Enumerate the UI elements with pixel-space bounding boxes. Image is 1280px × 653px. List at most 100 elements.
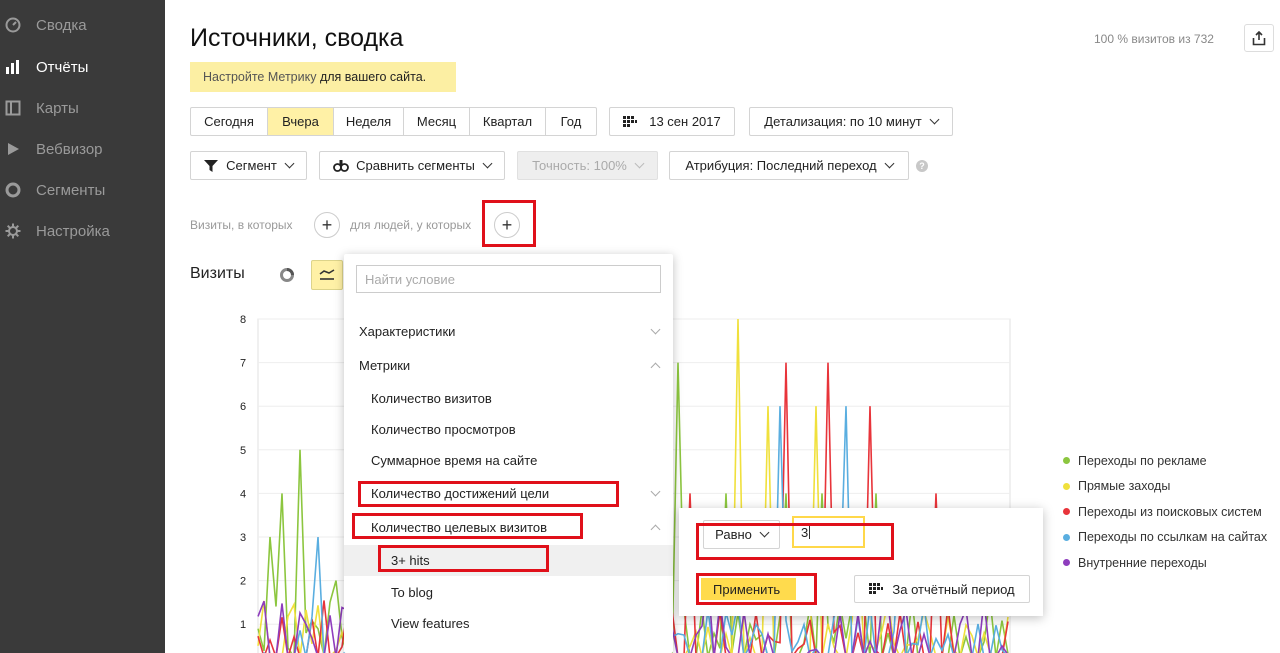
metric-label: Количество визитов [371, 390, 492, 406]
sidebar-item-reports[interactable]: Отчёты [0, 52, 165, 82]
add-visit-condition-button[interactable]: + [314, 212, 340, 238]
group-label: Характеристики [359, 323, 456, 339]
period-week[interactable]: Неделя [334, 108, 404, 135]
group-characteristics[interactable]: Характеристики [344, 316, 673, 346]
group-metrics[interactable]: Метрики [344, 350, 673, 380]
period-year[interactable]: Год [546, 108, 596, 135]
chevron-down-icon [650, 324, 661, 334]
legend-item[interactable]: Переходы по ссылкам на сайтах [1063, 525, 1267, 551]
period-month[interactable]: Месяц [404, 108, 470, 135]
legend-item[interactable]: Внутренние переходы [1063, 550, 1267, 576]
legend-label: Прямые заходы [1078, 479, 1171, 494]
accuracy-label: Точность: 100% [532, 158, 627, 173]
metric-visits-count[interactable]: Количество визитов [344, 383, 673, 413]
legend-dot [1063, 508, 1070, 516]
pie-icon [4, 181, 22, 199]
chevron-down-icon [884, 158, 895, 169]
sidebar-item-webvisor[interactable]: Вебвизор [0, 134, 165, 164]
chevron-down-icon [650, 486, 661, 496]
period-quarter[interactable]: Квартал [470, 108, 546, 135]
chevron-down-icon [284, 158, 295, 169]
metric-total-time[interactable]: Суммарное время на сайте [344, 445, 673, 475]
setup-notice: Настройте Метрику для вашего сайта. [190, 62, 456, 92]
visits-filter-label: Визиты, в которых [190, 218, 293, 232]
highlight-box [696, 523, 894, 560]
legend-item[interactable]: Переходы из поисковых систем [1063, 499, 1267, 525]
sidebar-item-label: Карты [36, 99, 79, 117]
attribution-label: Атрибуция: Последний переход [685, 158, 877, 173]
accuracy-dropdown: Точность: 100% [517, 151, 658, 180]
metric-pageviews-count[interactable]: Количество просмотров [344, 414, 673, 444]
condition-dropdown: Найти условие Характеристики Метрики Кол… [344, 254, 673, 653]
play-icon [4, 140, 22, 158]
calendar-icon [869, 583, 884, 594]
legend-item[interactable]: Переходы по рекламе [1063, 448, 1267, 474]
legend-item[interactable]: Прямые заходы [1063, 474, 1267, 500]
attribution-dropdown[interactable]: Атрибуция: Последний переход [669, 151, 909, 180]
compare-icon [333, 160, 350, 172]
detail-label: Детализация: по 10 минут [764, 114, 922, 129]
notice-link[interactable]: для вашего сайта. [320, 70, 426, 84]
chart-legend: Переходы по рекламе Прямые заходы Перехо… [1063, 448, 1267, 576]
calendar-icon [623, 115, 638, 127]
map-icon [4, 99, 22, 117]
y-tick-label: 3 [240, 532, 246, 544]
line-chart-icon [319, 269, 335, 280]
metric-label: Количество просмотров [371, 421, 516, 437]
period-yesterday[interactable]: Вчера [268, 108, 334, 135]
search-placeholder: Найти условие [365, 271, 455, 287]
chevron-down-icon [634, 158, 645, 169]
sidebar-item-segments[interactable]: Сегменты [0, 175, 165, 205]
period-today[interactable]: Сегодня [191, 108, 268, 135]
chart-type-line-button[interactable] [311, 260, 343, 290]
goal-label: View features [391, 615, 470, 631]
date-label: 13 сен 2017 [649, 114, 721, 129]
y-tick-label: 7 [240, 358, 246, 370]
page-title: Источники, сводка [190, 24, 404, 52]
sidebar-item-label: Сегменты [36, 181, 106, 199]
chart-type-pie-button[interactable] [271, 260, 303, 290]
legend-dot [1063, 482, 1070, 490]
bar-chart-icon [4, 58, 22, 76]
highlight-box [696, 573, 817, 605]
report-period-label: За отчётный период [892, 581, 1015, 597]
pie-chart-icon [280, 268, 294, 282]
segment-label: Сегмент [226, 158, 277, 173]
legend-label: Переходы по ссылкам на сайтах [1078, 530, 1268, 545]
segment-dropdown[interactable]: Сегмент [190, 151, 307, 180]
sidebar-item-label: Вебвизор [36, 140, 103, 158]
goal-view-features[interactable]: View features [344, 608, 673, 638]
sidebar-item-label: Сводка [36, 16, 87, 34]
legend-label: Внутренние переходы [1078, 555, 1207, 570]
date-picker-button[interactable]: 13 сен 2017 [609, 107, 735, 136]
detail-dropdown[interactable]: Детализация: по 10 минут [749, 107, 953, 136]
group-label: Метрики [359, 357, 411, 373]
filter-icon [204, 159, 219, 172]
compare-segments-dropdown[interactable]: Сравнить сегменты [319, 151, 505, 180]
report-period-button[interactable]: За отчётный период [854, 575, 1030, 603]
y-tick-label: 4 [240, 488, 246, 500]
sidebar-item-label: Настройка [36, 222, 110, 240]
period-selector: Сегодня Вчера Неделя Месяц Квартал Год [190, 107, 597, 136]
sidebar-item-summary[interactable]: Сводка [0, 10, 165, 40]
plus-icon: + [321, 215, 333, 235]
speedometer-icon [4, 16, 22, 34]
y-tick-label: 2 [240, 576, 246, 588]
y-tick-label: 5 [240, 445, 246, 457]
chevron-up-icon [650, 362, 661, 372]
goal-label: To blog [391, 584, 433, 600]
visits-info: 100 % визитов из 732 [1094, 32, 1214, 46]
legend-label: Переходы по рекламе [1078, 453, 1207, 468]
condition-search-input[interactable]: Найти условие [356, 265, 661, 293]
sidebar-item-settings[interactable]: Настройка [0, 216, 165, 246]
sidebar-item-maps[interactable]: Карты [0, 93, 165, 123]
y-tick-label: 8 [240, 314, 246, 326]
highlight-box [358, 481, 619, 507]
compare-label: Сравнить сегменты [356, 158, 475, 173]
export-button[interactable] [1244, 24, 1274, 52]
sidebar-item-label: Отчёты [36, 58, 89, 76]
goal-to-blog[interactable]: To blog [344, 577, 673, 607]
legend-dot [1063, 533, 1070, 541]
y-tick-label: 1 [240, 619, 246, 631]
help-icon[interactable]: ? [916, 160, 928, 172]
